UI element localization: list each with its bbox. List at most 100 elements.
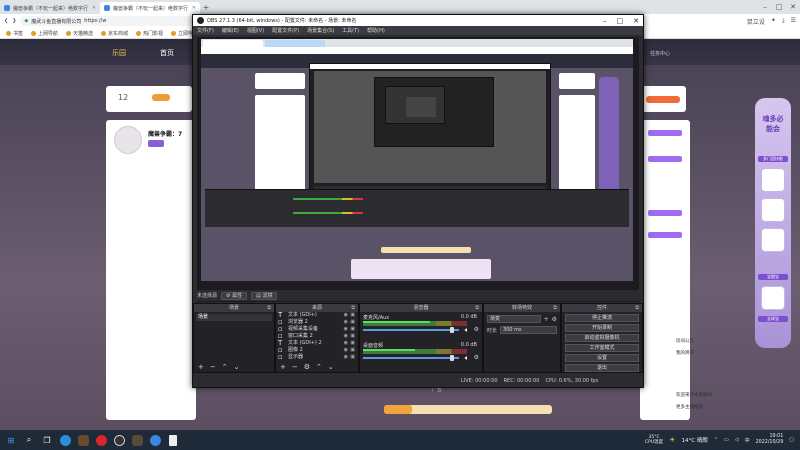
download-icon[interactable]: ⤓ [782, 17, 785, 26]
follow-button[interactable] [646, 96, 680, 103]
menu-help[interactable]: 帮助(H) [367, 27, 385, 34]
forward-icon[interactable]: ❯ [12, 18, 16, 24]
add-icon[interactable]: + [198, 363, 204, 371]
settings-button[interactable]: 设置 [565, 354, 639, 362]
eye-icon[interactable]: ◉ [344, 354, 348, 361]
promo-tile[interactable] [761, 198, 785, 222]
menu-scene-collection[interactable]: 场景集合(S) [307, 27, 334, 34]
gear-icon[interactable]: ⚙ [474, 354, 479, 361]
task-view-icon[interactable]: ❐ [40, 433, 54, 447]
source-item[interactable]: T 文本 (GDI+) ◉ ▣ [276, 312, 358, 319]
gift-bar[interactable] [384, 405, 552, 414]
netease-app-icon[interactable] [94, 433, 108, 447]
obs-app-icon[interactable] [112, 433, 126, 447]
speaker-icon[interactable]: 🔈︎ [465, 354, 469, 363]
stop-streaming-button[interactable]: 停止推流 [565, 314, 639, 322]
avatar[interactable] [114, 126, 142, 154]
obs-preview-canvas[interactable] [197, 37, 639, 302]
bookmark-item[interactable]: 书签 [6, 30, 23, 37]
bookmark-item[interactable]: 立即哦 [171, 30, 193, 37]
nav-task-center[interactable]: 任务中心 [650, 50, 670, 57]
purple-tag[interactable] [648, 232, 682, 238]
move-up-icon[interactable]: ⌃ [222, 363, 228, 371]
source-item[interactable]: ▫ 窗口采集 2 ◉ ▣ [276, 333, 358, 340]
start-virtual-camera-button[interactable]: 启动虚拟摄像机 [565, 334, 639, 342]
move-down-icon[interactable]: ⌄ [234, 363, 240, 371]
volume-slider[interactable] [363, 357, 459, 359]
lock-icon[interactable]: ▣ [350, 347, 355, 354]
extension-icon[interactable]: ✦ [771, 17, 776, 26]
volume-slider[interactable] [363, 329, 459, 331]
volume-slider-handle[interactable] [450, 327, 455, 333]
menu-view[interactable]: 视图(V) [247, 27, 264, 34]
lock-icon[interactable]: ▣ [350, 326, 355, 333]
windows-start-icon[interactable]: ⊞ [4, 433, 18, 447]
file-icon[interactable] [166, 433, 180, 447]
promo-tile[interactable] [761, 286, 785, 310]
undock-icon[interactable]: ⧉ [553, 304, 557, 312]
undock-icon[interactable]: ⧉ [475, 304, 479, 312]
eye-icon[interactable]: ◉ [344, 326, 348, 333]
gear-icon[interactable]: ⚙ [304, 363, 310, 371]
new-tab-button[interactable]: + [200, 2, 212, 14]
network-icon[interactable]: ▭ [724, 437, 729, 443]
browser-tab-2[interactable]: 魔兽争霸（不玩一起来）绝数字行 ✕ [100, 2, 200, 14]
volume-slider-handle[interactable] [450, 355, 455, 361]
move-down-icon[interactable]: ⌄ [328, 363, 334, 371]
remove-icon[interactable]: − [210, 363, 216, 371]
toolbar-label[interactable]: 鼠立设 [747, 17, 765, 26]
menu-file[interactable]: 文件(F) [197, 27, 214, 34]
chevron-up-icon[interactable]: ⌃ [714, 437, 718, 443]
purple-tag[interactable] [648, 130, 682, 136]
bookmark-item[interactable]: 热门影视 [136, 30, 163, 37]
lock-icon[interactable]: ▣ [350, 319, 355, 326]
eye-icon[interactable]: ◉ [344, 312, 348, 319]
cpu-temp-widget[interactable]: 35°C CPU温度 [645, 435, 663, 445]
eye-icon[interactable]: ◉ [344, 347, 348, 354]
speaker-icon[interactable]: 🔈︎ [465, 326, 469, 335]
menu-tools[interactable]: 工具(T) [342, 27, 359, 34]
lock-icon[interactable]: ▣ [350, 333, 355, 340]
tab-close-icon[interactable]: ✕ [192, 5, 196, 11]
undock-icon[interactable]: ⧉ [267, 304, 271, 312]
eye-icon[interactable]: ◉ [344, 340, 348, 347]
lock-icon[interactable]: ▣ [350, 312, 355, 319]
minimize-icon[interactable]: – [603, 17, 607, 25]
studio-mode-button[interactable]: 工作室模式 [565, 344, 639, 352]
search-icon[interactable]: ⌕ [22, 433, 36, 447]
menu-profile[interactable]: 配置文件(P) [272, 27, 299, 34]
volume-icon[interactable]: ◁ [735, 437, 739, 443]
purple-tag[interactable] [648, 210, 682, 216]
browser-app-icon[interactable] [148, 433, 162, 447]
duration-input[interactable]: 300 ms [500, 326, 557, 334]
obs-titlebar[interactable]: OBS 27.1.3 (64-bit, windows) - 配置文件: 未命名… [193, 15, 643, 26]
maximize-icon[interactable]: □ [617, 17, 624, 25]
move-up-icon[interactable]: ⌃ [316, 363, 322, 371]
orange-badge[interactable] [152, 94, 170, 101]
gear-icon[interactable]: ⚙ [552, 316, 557, 323]
lock-icon[interactable]: ▣ [350, 354, 355, 361]
source-item[interactable]: ▫ 浏览器 2 ◉ ▣ [276, 319, 358, 326]
tab-close-icon[interactable]: ✕ [92, 5, 96, 11]
source-item[interactable]: ▫ 显示器 ◉ ▣ [276, 354, 358, 361]
source-item[interactable]: T 文本 (GDI+) 2 ◉ ▣ [276, 340, 358, 347]
promo-tile[interactable] [761, 228, 785, 252]
site-logo-text[interactable]: 乐园 [112, 48, 126, 58]
gear-icon[interactable]: ⚙ [474, 326, 479, 333]
minimize-icon[interactable]: – [758, 0, 772, 14]
maximize-icon[interactable]: □ [772, 0, 786, 14]
add-icon[interactable]: + [544, 316, 549, 323]
promo-sidebar[interactable]: 魂多必 能会 多门团技能 宝图宝 全球宝 [755, 98, 791, 348]
address-bar[interactable]: ◆ 魔武斗鱼直播有限公司 https://w [20, 16, 201, 26]
weather-text[interactable]: 14°C 晴朗 [681, 436, 707, 444]
nav-home[interactable]: 首页 [160, 48, 174, 58]
source-item[interactable]: ▫ 视频采集设备 ◉ ▣ [276, 326, 358, 333]
eye-icon[interactable]: ◉ [344, 333, 348, 340]
filters-button[interactable]: ▤ 滤镜 [251, 291, 278, 300]
exit-button[interactable]: 退出 [565, 364, 639, 372]
gift-button[interactable] [384, 405, 412, 414]
menu-edit[interactable]: 编辑(E) [222, 27, 239, 34]
remove-icon[interactable]: − [292, 363, 298, 371]
promo-tile[interactable] [761, 168, 785, 192]
clock[interactable]: 19:01 2022/10/29 [756, 434, 784, 446]
